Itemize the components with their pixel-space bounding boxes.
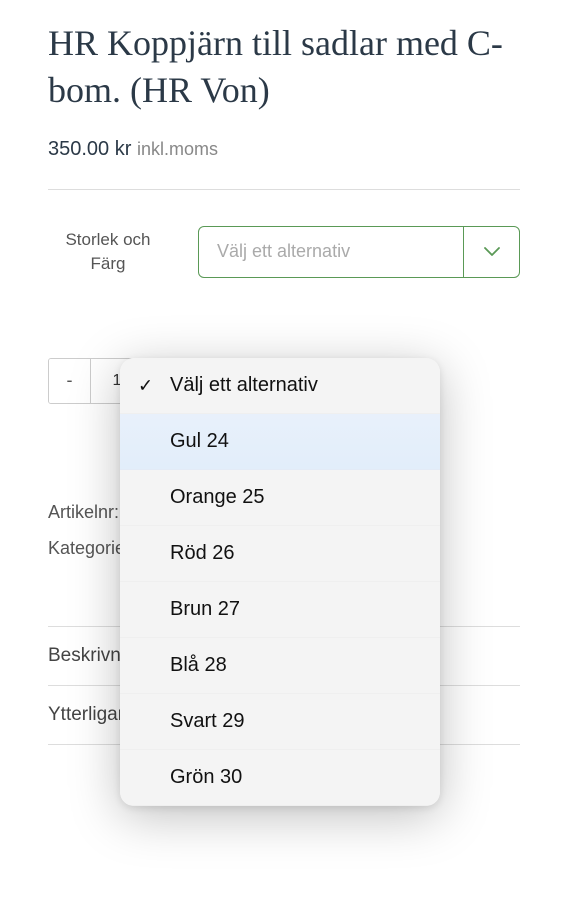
price-row: 350.00 kr inkl.moms	[48, 138, 520, 161]
dropdown-option[interactable]: Röd 26	[120, 526, 440, 582]
dropdown-option-label: Röd 26	[170, 542, 235, 564]
dropdown-option-label: Grön 30	[170, 766, 242, 788]
sku-label: Artikelnr:	[48, 502, 119, 522]
dropdown-option-label: Orange 25	[170, 486, 265, 508]
dropdown-option-label: Välj ett alternativ	[170, 374, 318, 396]
variation-select-wrapper: Välj ett alternativ	[198, 226, 520, 278]
product-title: HR Koppjärn till sadlar med C-bom. (HR V…	[48, 20, 520, 114]
chevron-down-icon	[463, 227, 519, 277]
dropdown-option[interactable]: Svart 29	[120, 694, 440, 750]
dropdown-option[interactable]: Gul 24	[120, 414, 440, 470]
variation-label: Storlek och Färg	[48, 228, 168, 276]
dropdown-option[interactable]: Grön 30	[120, 750, 440, 806]
check-icon: ✓	[138, 375, 153, 396]
dropdown-option[interactable]: Blå 28	[120, 638, 440, 694]
dropdown-option-label: Gul 24	[170, 430, 229, 452]
variation-select-text: Välj ett alternativ	[199, 227, 463, 277]
dropdown-option[interactable]: Brun 27	[120, 582, 440, 638]
price-value: 350.00 kr	[48, 138, 131, 160]
variation-row: Storlek och Färg Välj ett alternativ	[48, 190, 520, 308]
dropdown-option-placeholder[interactable]: ✓ Välj ett alternativ	[120, 358, 440, 414]
variation-select[interactable]: Välj ett alternativ	[198, 226, 520, 278]
dropdown-option-label: Brun 27	[170, 598, 240, 620]
dropdown-option-label: Blå 28	[170, 654, 227, 676]
price-tax-label: inkl.moms	[137, 139, 218, 159]
variation-dropdown-popup: ✓ Välj ett alternativ Gul 24 Orange 25 R…	[120, 358, 440, 806]
dropdown-option-label: Svart 29	[170, 710, 244, 732]
quantity-minus-button[interactable]: -	[49, 359, 91, 403]
dropdown-option[interactable]: Orange 25	[120, 470, 440, 526]
